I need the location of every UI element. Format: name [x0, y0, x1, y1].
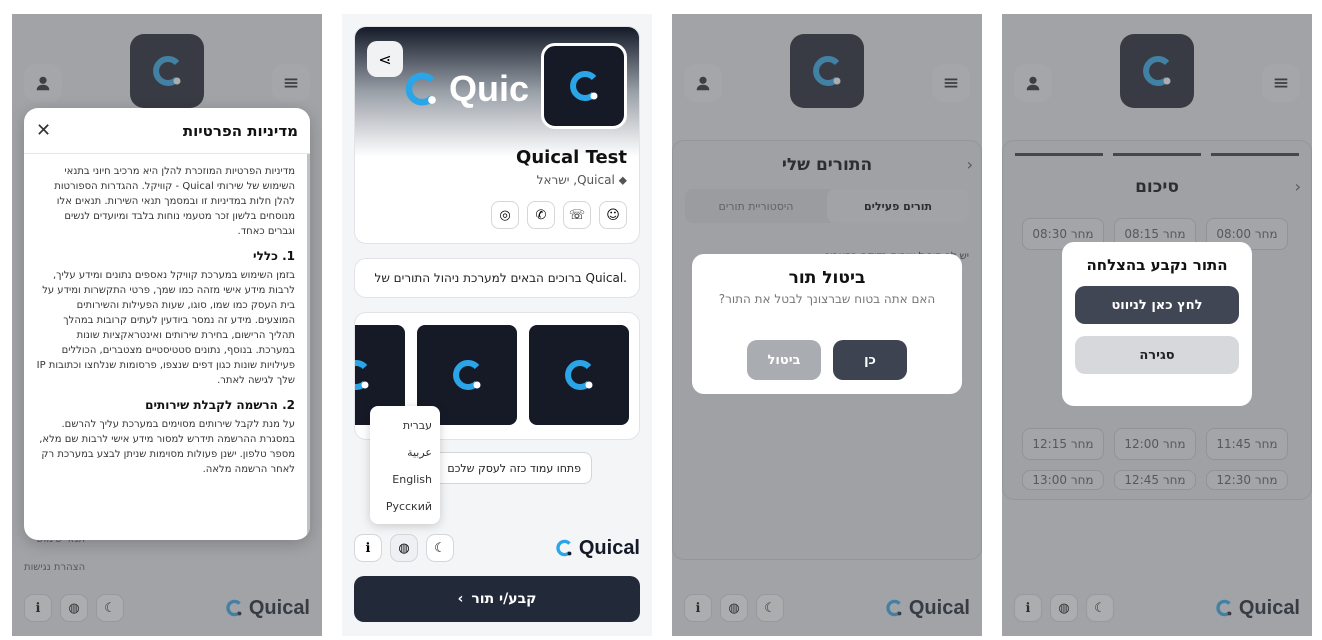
- whatsapp-icon: ✆: [535, 207, 547, 223]
- language-button[interactable]: ◍: [390, 534, 418, 562]
- quical-logo-icon: [556, 539, 572, 557]
- waze-icon: ☺: [606, 207, 620, 223]
- instagram-icon: ◎: [499, 207, 511, 223]
- close-button[interactable]: סגירה: [1075, 336, 1239, 374]
- share-button[interactable]: ⋖: [367, 41, 403, 77]
- modal-title: מדיניות הפרטיות: [182, 121, 298, 140]
- language-option[interactable]: עברית: [378, 412, 432, 439]
- section-text: על מנת לקבל שירותים מסוימים במערכת עליך …: [39, 419, 295, 475]
- section-title: 2. הרשמה לקבלת שירותים: [145, 398, 295, 412]
- moon-icon: ☾: [434, 540, 446, 556]
- business-name: Quical Test: [516, 147, 627, 168]
- quical-logo-icon: [570, 71, 598, 101]
- bottom-bar: ℹ ◍ ☾ Quical: [354, 534, 640, 562]
- close-button[interactable]: ✕: [36, 120, 51, 141]
- business-avatar: [541, 43, 627, 129]
- section-title: 1. כללי: [253, 249, 295, 263]
- language-option[interactable]: English: [378, 466, 432, 493]
- success-dialog: התור נקבע בהצלחה לחץ כאן לניווט סגירה: [1062, 242, 1252, 406]
- globe-icon: ◍: [398, 540, 410, 556]
- appointment-success-screen: סיכום › 08:30 מחר 08:15 מחר 08:00 מחר 12…: [1002, 14, 1312, 636]
- privacy-body[interactable]: מדיניות הפרטיות המוזכרת להלן היא מרכיב ח…: [24, 154, 310, 540]
- info-icon: ℹ: [365, 540, 371, 556]
- business-page: Quic ⋖ Quical Test ⬥ Quical, ישראל ◎ ✆ ☏…: [342, 14, 652, 636]
- brand-logo: Quical: [553, 537, 640, 560]
- language-option[interactable]: عربية: [378, 439, 432, 466]
- modal-header: מדיניות הפרטיות ✕: [24, 108, 310, 154]
- cancel-button[interactable]: ביטול: [747, 340, 821, 380]
- phone-icon: ☏: [568, 207, 586, 223]
- phone-button[interactable]: ☏: [563, 201, 591, 229]
- privacy-modal: מדיניות הפרטיות ✕ מדיניות הפרטיות המוזכר…: [24, 108, 310, 540]
- welcome-text: ברוכים הבאים למערכת ניהול התורים של Quic…: [374, 271, 627, 285]
- business-location: ⬥ Quical, ישראל: [536, 173, 627, 187]
- language-option[interactable]: Русский: [378, 493, 432, 520]
- hero-logo: Quic: [399, 67, 529, 111]
- confirm-button[interactable]: כן: [833, 340, 907, 380]
- privacy-intro: מדיניות הפרטיות המוזכרת להלן היא מרכיב ח…: [54, 166, 295, 237]
- whatsapp-button[interactable]: ✆: [527, 201, 555, 229]
- theme-button[interactable]: ☾: [426, 534, 454, 562]
- section-text: בזמן השימוש במערכת קוויקל נאספים נתונים …: [36, 270, 295, 386]
- instagram-button[interactable]: ◎: [491, 201, 519, 229]
- dialog-title: ביטול תור: [788, 268, 866, 288]
- quical-logo-icon: [453, 360, 481, 390]
- share-icon: ⋖: [378, 49, 392, 69]
- quical-logo-icon: [355, 360, 369, 390]
- navigate-button[interactable]: לחץ כאן לניווט: [1075, 286, 1239, 324]
- dialog-title: התור נקבע בהצלחה: [1086, 256, 1228, 274]
- location-pin-icon: ⬥: [614, 173, 627, 187]
- waze-button[interactable]: ☺: [599, 201, 627, 229]
- dialog-message: האם אתה בטוח שברצונך לבטל את התור?: [718, 292, 936, 306]
- business-header-card: Quic ⋖ Quical Test ⬥ Quical, ישראל ◎ ✆ ☏…: [354, 26, 640, 244]
- welcome-card: ברוכים הבאים למערכת ניהול התורים של Quic…: [354, 258, 640, 298]
- privacy-screen: תנאי שימוש הצהרת נגישות ℹ ◍ ☾ Quical מדי…: [12, 14, 322, 636]
- gallery-image[interactable]: [529, 325, 629, 425]
- info-button[interactable]: ℹ: [354, 534, 382, 562]
- social-links: ◎ ✆ ☏ ☺: [491, 201, 627, 229]
- dialog-actions: ביטול כן: [692, 340, 962, 380]
- cancel-appointment-screen: התורים שלי › היסטוריית תורים תורים פעילי…: [672, 14, 982, 636]
- quical-logo-icon: [565, 360, 593, 390]
- open-page-button[interactable]: פתחו עמוד כזה לעסק שלכם: [432, 452, 592, 484]
- book-appointment-button[interactable]: ‹ קבע/י תור: [354, 576, 640, 622]
- quical-logo-icon: [405, 72, 436, 106]
- chevron-left-icon: ‹: [457, 591, 464, 607]
- cancel-dialog: ביטול תור האם אתה בטוח שברצונך לבטל את ה…: [692, 254, 962, 394]
- language-menu: עברית عربية English Русский: [370, 406, 440, 524]
